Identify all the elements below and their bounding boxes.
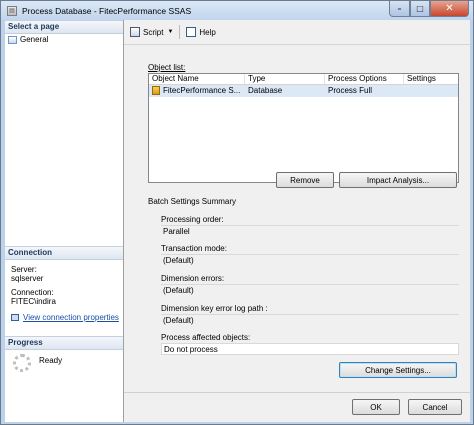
object-list-label: Object list: (148, 63, 186, 72)
window-controls: – □ ✕ (389, 1, 469, 17)
toolbar-separator (179, 25, 181, 39)
help-label: Help (199, 27, 216, 37)
view-connection-properties-label: View connection properties (23, 313, 119, 322)
progress-status: Ready (39, 356, 63, 365)
connection-section: Connection Server: sqlserver Connection:… (5, 246, 123, 322)
change-settings-button-label: Change Settings... (365, 365, 431, 375)
progress-section: Progress Ready (5, 336, 123, 372)
ok-button-label: OK (370, 402, 382, 412)
grid-header: Object Name Type Process Options Setting… (149, 74, 458, 85)
processing-order-label: Processing order: (161, 215, 224, 224)
change-settings-button[interactable]: Change Settings... (339, 362, 457, 378)
object-name-text: FitecPerformance S... (163, 86, 241, 95)
progress-header: Progress (5, 336, 123, 350)
impact-analysis-button-label: Impact Analysis... (366, 175, 430, 185)
window-title: Process Database - FitecPerformance SSAS (22, 5, 192, 16)
page-item-label: General (20, 35, 49, 44)
connection-label: Connection: (11, 288, 54, 297)
maximize-icon: □ (416, 4, 424, 13)
dimension-key-error-log-path-value: (Default) (161, 314, 459, 326)
script-icon (130, 27, 140, 37)
minimize-button[interactable]: – (389, 1, 410, 17)
transaction-mode-label: Transaction mode: (161, 244, 227, 253)
process-affected-objects-value: Do not process (161, 343, 459, 355)
column-header-object-name[interactable]: Object Name (149, 74, 245, 84)
help-icon (186, 27, 197, 37)
cell-type: Database (248, 86, 283, 95)
cell-process-options[interactable]: Process Full (325, 85, 404, 97)
connection-value: FITEC\indira (11, 297, 56, 306)
object-list-grid[interactable]: Object Name Type Process Options Setting… (148, 73, 459, 183)
dimension-key-error-log-path-label: Dimension key error log path : (161, 304, 268, 313)
process-affected-objects-label: Process affected objects: (161, 333, 251, 342)
column-header-settings[interactable]: Settings (404, 74, 458, 84)
column-header-type[interactable]: Type (245, 74, 325, 84)
close-icon: ✕ (445, 3, 454, 14)
properties-icon (11, 314, 19, 321)
chevron-down-icon[interactable]: ▼ (167, 29, 173, 35)
script-button[interactable]: Script ▼ (130, 27, 177, 37)
toolbar: Script ▼ Help (124, 20, 470, 45)
cancel-button[interactable]: Cancel (408, 399, 462, 415)
database-icon (152, 86, 160, 96)
dimension-errors-label: Dimension errors: (161, 274, 225, 283)
remove-button[interactable]: Remove (276, 172, 334, 188)
progress-spinner-icon (13, 354, 31, 372)
cancel-button-label: Cancel (422, 402, 448, 412)
process-database-window: ▤ Process Database - FitecPerformance SS… (0, 0, 474, 425)
dimension-errors-value: (Default) (161, 284, 459, 296)
help-button[interactable]: Help (186, 27, 216, 37)
server-label: Server: (11, 265, 37, 274)
ok-button[interactable]: OK (352, 399, 400, 415)
processing-order-value: Parallel (161, 225, 459, 237)
cell-object-name: FitecPerformance S... (149, 85, 245, 97)
remove-button-label: Remove (290, 175, 320, 185)
progress-row: Ready (5, 354, 123, 372)
view-connection-properties-link[interactable]: View connection properties (5, 313, 123, 322)
server-value: sqlserver (11, 274, 44, 283)
bottom-separator (124, 392, 470, 393)
page-item-general[interactable]: General (5, 34, 123, 45)
connection-header: Connection (5, 246, 123, 260)
batch-settings-title: Batch Settings Summary (148, 197, 237, 206)
dialog-client-area: Select a page General Connection Server:… (5, 20, 470, 422)
impact-analysis-button[interactable]: Impact Analysis... (339, 172, 457, 188)
maximize-button[interactable]: □ (410, 1, 430, 17)
select-page-header: Select a page (5, 20, 123, 34)
cell-settings[interactable] (404, 85, 458, 97)
close-button[interactable]: ✕ (430, 1, 469, 17)
window-app-icon: ▤ (7, 5, 17, 16)
script-label: Script (143, 27, 164, 37)
left-pane: Select a page General Connection Server:… (5, 20, 124, 422)
page-icon (8, 35, 17, 44)
title-bar[interactable]: ▤ Process Database - FitecPerformance SS… (1, 1, 473, 20)
transaction-mode-value: (Default) (161, 254, 459, 266)
column-header-process-options[interactable]: Process Options (325, 74, 404, 84)
minimize-icon: – (397, 4, 402, 13)
table-row[interactable]: FitecPerformance S... Database Process F… (149, 85, 458, 97)
